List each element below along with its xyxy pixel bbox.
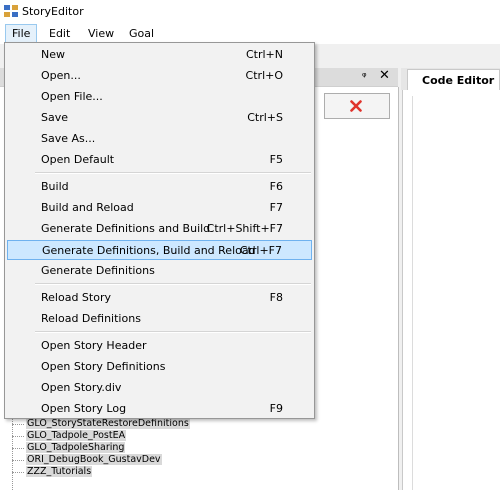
menu-item-open-story-definitions[interactable]: Open Story Definitions — [7, 357, 312, 377]
menu-item-generate-definitions[interactable]: Generate Definitions — [7, 261, 312, 281]
menu-item-label: Save — [41, 111, 69, 124]
menu-bar: File Edit View Goal — [0, 24, 500, 44]
menu-item-open-story-div[interactable]: Open Story.div — [7, 378, 312, 398]
file-menu-dropdown: New Ctrl+N Open... Ctrl+O Open File... Save Ct… — [4, 42, 315, 419]
menu-item-shortcut: Ctrl+N — [245, 48, 283, 61]
menu-item-label: Save As... — [41, 132, 96, 145]
menu-item-label: Open Story.div — [41, 381, 122, 394]
menu-edit[interactable]: Edit — [43, 25, 76, 42]
delete-button[interactable] — [324, 93, 390, 119]
menu-item-shortcut: F6 — [269, 180, 283, 193]
editor-divider — [412, 96, 413, 490]
close-icon[interactable]: ✕ — [379, 68, 390, 83]
menu-item-label: Open File... — [41, 90, 103, 103]
menu-item-shortcut: F8 — [269, 291, 283, 304]
menu-item-shortcut: F5 — [269, 153, 283, 166]
tab-code-editor[interactable]: Code Editor — [407, 69, 500, 90]
menu-item-label: New — [41, 48, 65, 61]
menu-item-label: Generate Definitions, Build and Reload — [42, 244, 256, 257]
menu-item-label: Open Story Header — [41, 339, 147, 352]
menu-item-new[interactable]: New Ctrl+N — [7, 45, 312, 65]
window-title: StoryEditor — [22, 5, 84, 18]
menu-separator — [35, 331, 311, 333]
menu-separator — [35, 172, 311, 174]
menu-item-shortcut: F9 — [269, 402, 283, 415]
menu-item-label: Open Story Log — [41, 402, 127, 415]
menu-item-build[interactable]: Build F6 — [7, 177, 312, 197]
menu-item-generate-definitions-build-and-reload[interactable]: Generate Definitions, Build and Reload Ct… — [7, 240, 312, 260]
menu-item-generate-definitions-and-build[interactable]: Generate Definitions and Build Ctrl+Shift… — [7, 219, 312, 239]
tree-item[interactable]: ZZZ_Tutorials — [12, 466, 190, 478]
menu-item-label: Generate Definitions — [41, 264, 155, 277]
code-editor-body[interactable] — [402, 90, 500, 490]
tree-item[interactable]: GLO_StoryStateRestoreDefinitions — [12, 418, 190, 430]
menu-item-label: Build — [41, 180, 69, 193]
menu-view[interactable]: View — [82, 25, 120, 42]
story-tree: GLO_StoryStateRestoreDefinitions GLO_Tad… — [12, 418, 190, 478]
app-icon — [4, 5, 18, 17]
menu-item-reload-story[interactable]: Reload Story F8 — [7, 288, 312, 308]
menu-item-save[interactable]: Save Ctrl+S — [7, 108, 312, 128]
menu-goal[interactable]: Goal — [123, 25, 160, 42]
pin-icon[interactable]: ᵠ — [362, 70, 367, 83]
menu-item-shortcut: Ctrl+F7 — [239, 244, 282, 257]
tree-item[interactable]: ORI_DebugBook_GustavDev — [12, 454, 190, 466]
menu-item-open-default[interactable]: Open Default F5 — [7, 150, 312, 170]
delete-icon — [350, 100, 362, 112]
menu-item-label: Reload Definitions — [41, 312, 141, 325]
menu-item-open-file[interactable]: Open File... — [7, 87, 312, 107]
menu-item-open-story-log[interactable]: Open Story Log F9 — [7, 399, 312, 419]
menu-item-label: Open Default — [41, 153, 115, 166]
menu-item-label: Open... — [41, 69, 81, 82]
menu-item-open[interactable]: Open... Ctrl+O — [7, 66, 312, 86]
menu-item-label: Generate Definitions and Build — [41, 222, 211, 235]
menu-file[interactable]: File — [5, 24, 38, 43]
menu-item-save-as[interactable]: Save As... — [7, 129, 312, 149]
tree-item[interactable]: GLO_Tadpole_PostEA — [12, 430, 190, 442]
title-bar: StoryEditor — [0, 0, 500, 24]
tree-item[interactable]: GLO_TadpoleSharing — [12, 442, 190, 454]
menu-item-shortcut: F7 — [269, 201, 283, 214]
menu-item-reload-definitions[interactable]: Reload Definitions — [7, 309, 312, 329]
menu-item-label: Reload Story — [41, 291, 111, 304]
menu-item-build-and-reload[interactable]: Build and Reload F7 — [7, 198, 312, 218]
menu-item-open-story-header[interactable]: Open Story Header — [7, 336, 312, 356]
menu-item-label: Open Story Definitions — [41, 360, 166, 373]
menu-item-label: Build and Reload — [41, 201, 134, 214]
menu-separator — [35, 283, 311, 285]
menu-item-shortcut: Ctrl+O — [245, 69, 283, 82]
menu-item-shortcut: Ctrl+Shift+F7 — [206, 222, 283, 235]
menu-item-shortcut: Ctrl+S — [247, 111, 283, 124]
